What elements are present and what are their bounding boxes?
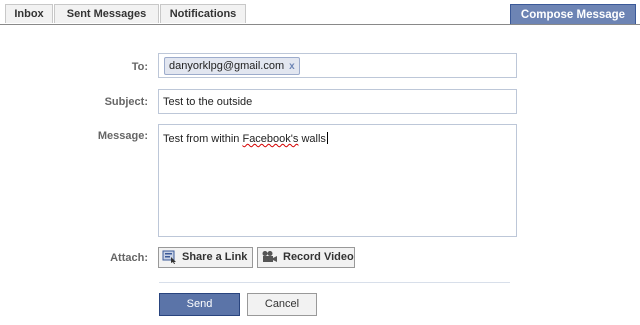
- text-caret: [326, 132, 328, 144]
- message-textarea[interactable]: Test from within Facebook's walls: [158, 124, 517, 237]
- tab-inbox[interactable]: Inbox: [5, 4, 53, 23]
- to-label: To:: [131, 61, 148, 73]
- subject-field[interactable]: Test to the outside: [158, 89, 517, 114]
- misspelled-word: Facebook's: [242, 133, 299, 145]
- tab-notifications[interactable]: Notifications: [160, 4, 246, 23]
- share-link-label: Share a Link: [182, 251, 248, 263]
- message-text-start: Test from within: [163, 133, 243, 145]
- remove-recipient-icon[interactable]: x: [289, 61, 295, 72]
- recipient-token: danyorklpg@gmail.com x: [164, 57, 300, 75]
- tab-bar: Inbox Sent Messages Notifications Compos…: [0, 0, 640, 25]
- message-text: Test from within Facebook's walls: [163, 132, 328, 145]
- tab-compose-message[interactable]: Compose Message: [510, 4, 636, 24]
- share-link-button[interactable]: Share a Link: [158, 247, 253, 268]
- share-link-icon: [162, 250, 176, 264]
- video-camera-icon: [262, 251, 277, 262]
- tab-sent-messages[interactable]: Sent Messages: [54, 4, 159, 23]
- cancel-button[interactable]: Cancel: [247, 293, 317, 316]
- divider: [159, 282, 510, 283]
- subject-value: Test to the outside: [163, 96, 253, 108]
- recipient-email: danyorklpg@gmail.com: [169, 60, 285, 72]
- subject-label: Subject:: [104, 96, 148, 108]
- message-label: Message:: [97, 130, 148, 142]
- attach-label: Attach:: [110, 252, 148, 264]
- record-video-button[interactable]: Record Video: [257, 247, 355, 268]
- to-field[interactable]: danyorklpg@gmail.com x: [158, 53, 517, 78]
- record-video-label: Record Video: [283, 251, 354, 263]
- send-button[interactable]: Send: [159, 293, 240, 316]
- message-text-end: walls: [298, 133, 326, 145]
